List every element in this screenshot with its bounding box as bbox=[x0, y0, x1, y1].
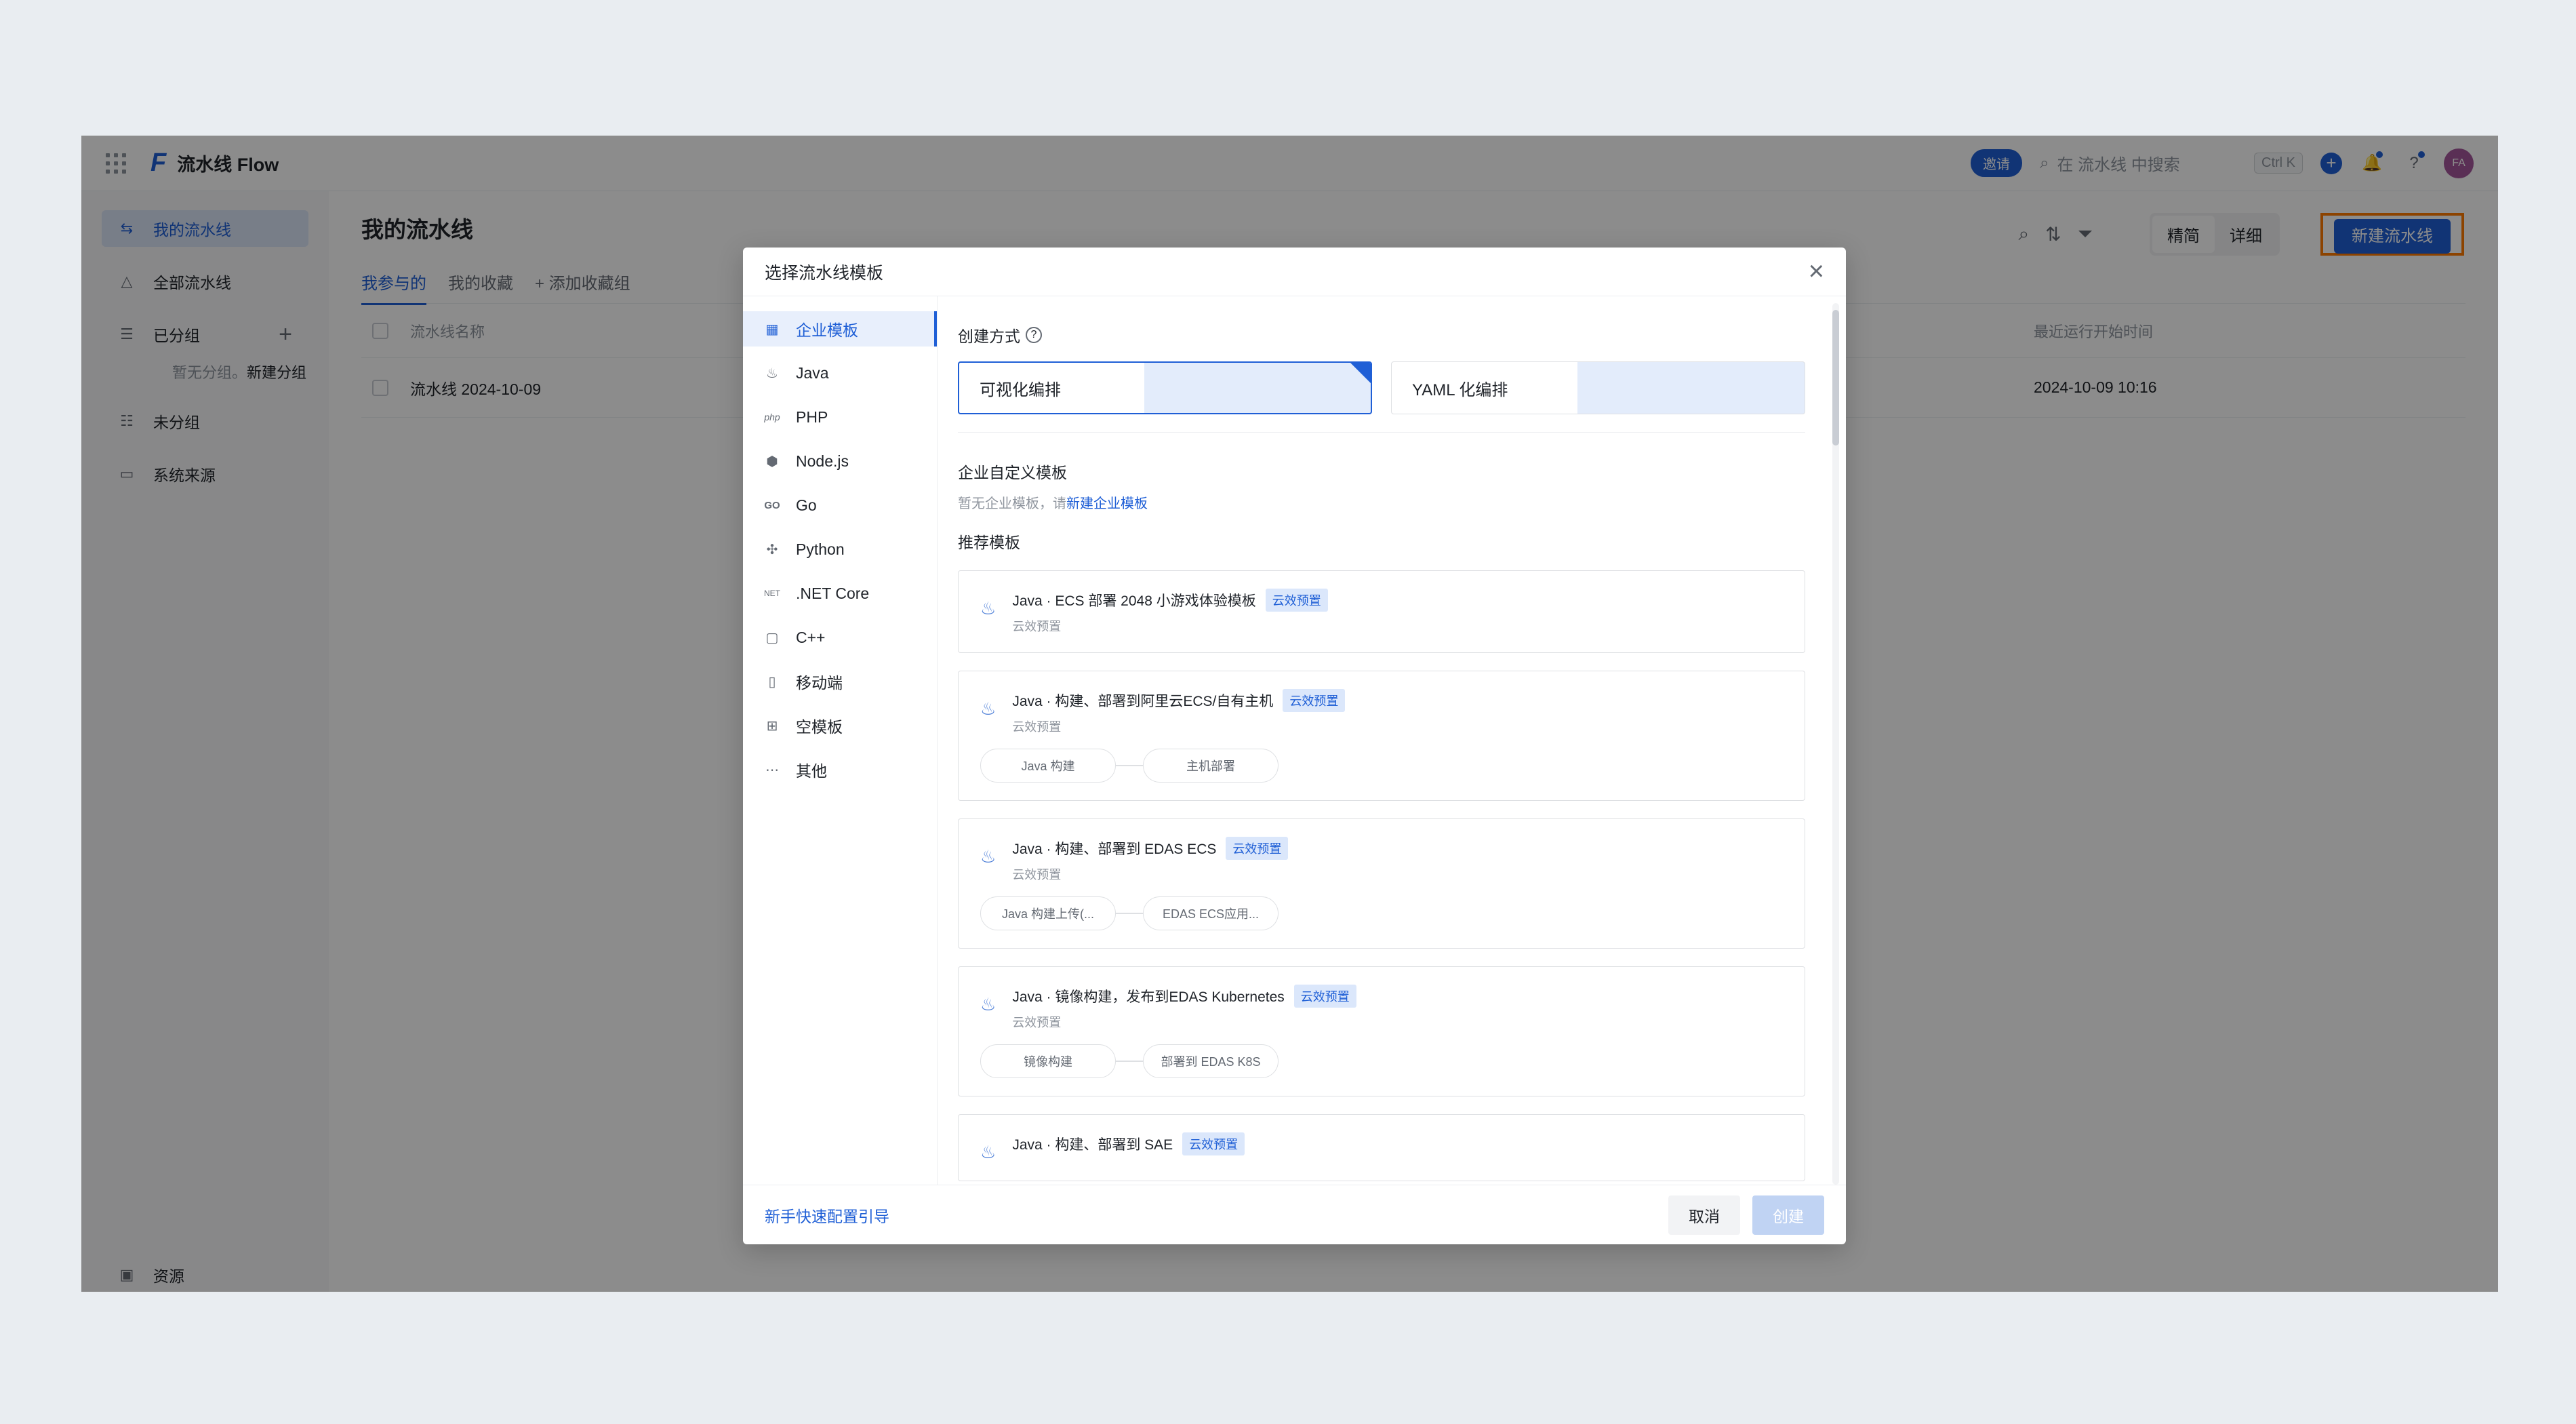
template-name: Java · 镜像构建，发布到EDAS Kubernetes bbox=[1012, 989, 1285, 1005]
selected-check-icon bbox=[1350, 363, 1371, 383]
java-icon: ♨ bbox=[980, 698, 997, 719]
template-step: 部署到 EDAS K8S bbox=[1143, 1044, 1279, 1078]
creation-methods: 可视化编排 YAML 化编排 bbox=[958, 361, 1805, 433]
nav-php[interactable]: php PHP bbox=[743, 399, 937, 435]
dialog-footer: 新手快速配置引导 取消 创建 bbox=[743, 1185, 1846, 1244]
java-icon: ♨ bbox=[980, 1142, 997, 1162]
template-step: EDAS ECS应用... bbox=[1143, 896, 1279, 930]
template-steps: Java 构建上传(... EDAS ECS应用... bbox=[980, 896, 1783, 930]
template-card[interactable]: ♨ Java · 构建、部署到阿里云ECS/自有主机 云效预置 云效预置 Java… bbox=[958, 671, 1805, 801]
recommended-title: 推荐模板 bbox=[958, 534, 1020, 551]
template-name: Java · 构建、部署到 EDAS ECS bbox=[1012, 842, 1217, 857]
nav-java[interactable]: ♨ Java bbox=[743, 355, 937, 391]
preset-badge: 云效预置 bbox=[1226, 837, 1289, 860]
nodejs-icon: ⬢ bbox=[766, 454, 778, 469]
nav-python[interactable]: ✣ Python bbox=[743, 532, 937, 567]
more-icon: ⋯ bbox=[765, 762, 779, 778]
template-card[interactable]: ♨ Java · ECS 部署 2048 小游戏体验模板 云效预置 云效预置 bbox=[958, 570, 1805, 653]
cpp-icon: ▢ bbox=[765, 630, 779, 646]
template-step: 镜像构建 bbox=[980, 1044, 1116, 1078]
template-name: Java · 构建、部署到 SAE bbox=[1012, 1137, 1173, 1153]
new-enterprise-template-link[interactable]: 新建企业模板 bbox=[1066, 496, 1148, 511]
blank-template-icon: ⊞ bbox=[766, 718, 778, 734]
nav-nodejs[interactable]: ⬢ Node.js bbox=[743, 443, 937, 479]
template-steps: 镜像构建 部署到 EDAS K8S bbox=[980, 1044, 1783, 1078]
preset-badge: 云效预置 bbox=[1182, 1132, 1245, 1155]
nav-blank-template[interactable]: ⊞ 空模板 bbox=[743, 708, 937, 743]
method-visual-card[interactable]: 可视化编排 bbox=[958, 361, 1372, 414]
dialog-scrollbar[interactable] bbox=[1832, 303, 1839, 1185]
close-icon[interactable]: × bbox=[1809, 256, 1824, 287]
dialog-body: 创建方式 ? 可视化编排 YAML 化编排 企业自定义模板 暂无企业模板，请新建… bbox=[938, 296, 1826, 1185]
go-icon: GO bbox=[764, 499, 780, 511]
nav-cpp[interactable]: ▢ C++ bbox=[743, 620, 937, 655]
preset-badge: 云效预置 bbox=[1293, 985, 1356, 1008]
quick-guide-link[interactable]: 新手快速配置引导 bbox=[765, 1204, 889, 1227]
template-step: 主机部署 bbox=[1143, 749, 1279, 783]
template-card[interactable]: ♨ Java · 构建、部署到 SAE 云效预置 bbox=[958, 1114, 1805, 1181]
template-source: 云效预置 bbox=[1012, 720, 1062, 734]
java-icon: ♨ bbox=[980, 846, 997, 867]
template-dialog: 选择流水线模板 × ▦ 企业模板 ♨ Java php PHP ⬢ Node.j… bbox=[743, 248, 1846, 1244]
dialog-title: 选择流水线模板 bbox=[765, 263, 884, 283]
dotnet-icon: NET bbox=[764, 589, 780, 598]
template-source: 云效预置 bbox=[1012, 1016, 1062, 1029]
creation-method-label: 创建方式 ? bbox=[958, 323, 1805, 347]
template-steps: Java 构建 主机部署 bbox=[980, 749, 1783, 783]
mobile-icon: ▯ bbox=[768, 674, 776, 690]
preset-badge: 云效预置 bbox=[1283, 689, 1346, 712]
java-icon: ♨ bbox=[980, 994, 997, 1014]
nav-enterprise-template[interactable]: ▦ 企业模板 bbox=[743, 311, 937, 347]
template-step: Java 构建上传(... bbox=[980, 896, 1116, 930]
method-yaml-card[interactable]: YAML 化编排 bbox=[1391, 361, 1805, 414]
grid-icon: ▦ bbox=[765, 321, 779, 337]
template-name: Java · ECS 部署 2048 小游戏体验模板 bbox=[1012, 593, 1256, 609]
php-icon: php bbox=[764, 412, 780, 422]
template-card[interactable]: ♨ Java · 镜像构建，发布到EDAS Kubernetes 云效预置 云效预… bbox=[958, 966, 1805, 1096]
template-name: Java · 构建、部署到阿里云ECS/自有主机 bbox=[1012, 694, 1274, 709]
java-icon: ♨ bbox=[980, 598, 997, 618]
java-icon: ♨ bbox=[766, 365, 778, 381]
nav-other[interactable]: ⋯ 其他 bbox=[743, 752, 937, 787]
template-step: Java 构建 bbox=[980, 749, 1116, 783]
enterprise-template-title: 企业自定义模板 bbox=[958, 464, 1067, 481]
python-icon: ✣ bbox=[766, 542, 778, 557]
enterprise-template-hint: 暂无企业模板，请新建企业模板 bbox=[958, 496, 1148, 511]
template-source: 云效预置 bbox=[1012, 620, 1062, 633]
preset-badge: 云效预置 bbox=[1265, 589, 1328, 612]
template-source: 云效预置 bbox=[1012, 868, 1062, 882]
nav-mobile[interactable]: ▯ 移动端 bbox=[743, 664, 937, 699]
question-icon[interactable]: ? bbox=[1026, 327, 1042, 343]
dialog-header: 选择流水线模板 × bbox=[743, 248, 1846, 296]
cancel-button[interactable]: 取消 bbox=[1668, 1195, 1740, 1235]
nav-dotnet-core[interactable]: NET .NET Core bbox=[743, 576, 937, 611]
nav-go[interactable]: GO Go bbox=[743, 488, 937, 523]
template-card[interactable]: ♨ Java · 构建、部署到 EDAS ECS 云效预置 云效预置 Java 构… bbox=[958, 818, 1805, 949]
template-category-nav: ▦ 企业模板 ♨ Java php PHP ⬢ Node.js GO Go ✣ … bbox=[743, 296, 938, 1185]
create-button[interactable]: 创建 bbox=[1752, 1195, 1824, 1235]
